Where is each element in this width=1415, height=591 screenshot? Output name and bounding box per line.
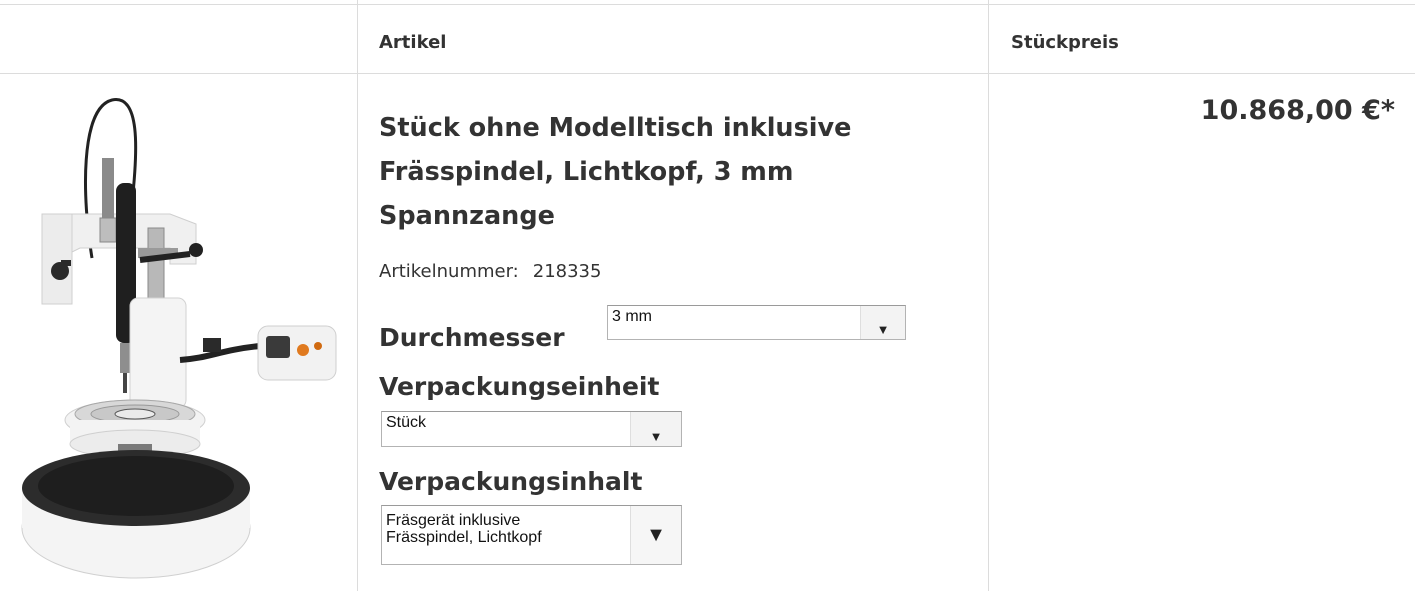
product-image[interactable] bbox=[20, 88, 350, 583]
column-divider-image-article bbox=[357, 0, 358, 591]
unit-price: 10.868,00 €* bbox=[1200, 95, 1395, 126]
column-divider-article-price bbox=[988, 0, 989, 591]
triangle-down-icon: ▼ bbox=[649, 429, 663, 444]
packaging-unit-select-value: Stück bbox=[386, 414, 427, 431]
table-top-border bbox=[0, 4, 1415, 5]
packaging-unit-select[interactable]: Stück ▼ bbox=[381, 411, 682, 447]
packaging-content-select[interactable]: Fräsgerät inklusive Frässpindel, Lichtko… bbox=[381, 505, 682, 565]
column-header-article: Artikel bbox=[379, 32, 447, 53]
diameter-select[interactable]: 3 mm ▼ bbox=[607, 305, 906, 340]
packaging-content-value-line1: Fräsgerät inklusive bbox=[386, 512, 521, 529]
article-number-row: Artikelnummer: 218335 bbox=[379, 261, 601, 282]
packaging-content-label: Verpackungsinhalt bbox=[379, 467, 643, 496]
article-number-value: 218335 bbox=[532, 261, 602, 282]
diameter-select-value: 3 mm bbox=[612, 308, 652, 325]
packaging-content-dropdown-button[interactable]: ▼ bbox=[630, 506, 681, 564]
diameter-label: Durchmesser bbox=[379, 323, 565, 352]
product-title[interactable]: Stück ohne Modelltisch inklusive Frässpi… bbox=[379, 106, 969, 238]
packaging-unit-label: Verpackungseinheit bbox=[379, 372, 660, 401]
packaging-content-select-value: Fräsgerät inklusive Frässpindel, Lichtko… bbox=[386, 512, 542, 546]
packaging-unit-dropdown-button[interactable]: ▼ bbox=[630, 412, 681, 446]
diameter-dropdown-button[interactable]: ▼ bbox=[860, 306, 905, 339]
column-header-unit-price: Stückpreis bbox=[1011, 32, 1119, 53]
table-header-divider bbox=[0, 73, 1415, 74]
article-number-label: Artikelnummer: bbox=[379, 261, 519, 282]
packaging-content-value-line2: Frässpindel, Lichtkopf bbox=[386, 529, 542, 546]
triangle-down-icon: ▼ bbox=[646, 524, 666, 546]
triangle-down-icon: ▼ bbox=[876, 322, 890, 337]
